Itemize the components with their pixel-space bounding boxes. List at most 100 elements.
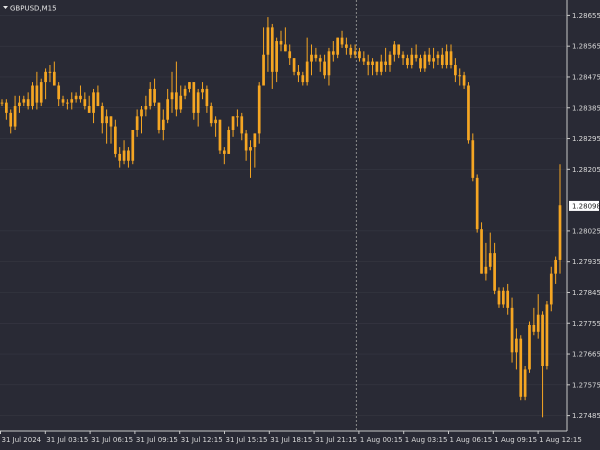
candle-body — [279, 41, 283, 45]
candle-body — [92, 92, 95, 113]
candle-body — [318, 58, 322, 62]
price-chart[interactable]: 1.28655 1.28565 1.28475 1.28385 1.28295 1.282… — [0, 0, 600, 450]
candle-body — [70, 99, 74, 103]
candle-body — [218, 119, 222, 151]
candle-body — [379, 61, 383, 72]
candle-body — [288, 51, 292, 59]
current-price-label: 1.28098 — [572, 202, 600, 210]
price-tick-label: 1.27755 — [572, 320, 600, 328]
time-tick-label: 31 Jul 21:15 — [315, 436, 357, 444]
candle-body — [214, 119, 217, 124]
candle-body — [523, 369, 527, 397]
candle-body — [349, 47, 353, 55]
candle-body — [240, 116, 244, 134]
candle-body — [257, 85, 261, 134]
candle-body — [532, 324, 536, 332]
candle-body — [275, 41, 278, 72]
candle-body — [484, 266, 488, 274]
candle-body — [371, 61, 374, 65]
chart-background — [0, 0, 600, 450]
candle-body — [231, 116, 235, 130]
time-tick-label: 1 Aug 03:15 — [405, 436, 448, 444]
candle-body — [31, 85, 34, 107]
candle-body — [262, 54, 265, 86]
candle-body — [340, 37, 344, 45]
candle-body — [528, 324, 531, 370]
price-tick-label: 1.28205 — [572, 166, 600, 174]
candle-body — [305, 61, 309, 83]
candle-body — [440, 54, 444, 65]
candle-body — [13, 106, 17, 127]
candle-body — [493, 253, 496, 291]
candle-body — [366, 61, 370, 65]
candle-body — [401, 54, 405, 59]
candle-body — [358, 51, 361, 59]
candle-body — [109, 116, 113, 127]
candle-body — [175, 92, 178, 110]
candle-body — [301, 75, 305, 83]
candle-body — [5, 102, 8, 113]
candle-body — [9, 112, 13, 127]
candle-body — [244, 133, 248, 151]
candle-body — [519, 338, 523, 397]
symbol-header: GBPUSD,M15 — [3, 5, 57, 13]
candle-body — [131, 129, 135, 161]
candle-body — [100, 106, 104, 124]
candle-body — [406, 58, 409, 65]
candle-body — [545, 304, 549, 367]
candle-body — [96, 92, 100, 107]
candle-body — [170, 92, 174, 100]
candle-body — [462, 75, 466, 86]
candle-body — [105, 116, 108, 124]
time-tick-label: 1 Aug 09:15 — [494, 436, 537, 444]
candle-body — [153, 88, 156, 103]
price-tick-label: 1.27665 — [572, 351, 600, 359]
candle-body — [515, 338, 518, 353]
price-tick-label: 1.27485 — [572, 412, 600, 420]
candle-body — [118, 153, 122, 161]
candle-body — [192, 82, 196, 113]
candle-body — [362, 58, 366, 62]
price-tick-label: 1.28655 — [572, 12, 600, 20]
candle-body — [449, 51, 453, 65]
candle-body — [161, 119, 165, 130]
candle-body — [454, 64, 457, 76]
time-tick-label: 31 Jul 09:15 — [136, 436, 178, 444]
candle-body — [266, 27, 270, 55]
time-tick-label: 1 Aug 06:15 — [450, 436, 493, 444]
candle-body — [292, 58, 296, 72]
candle-body — [188, 82, 191, 89]
candle-body — [144, 106, 148, 110]
candle-body — [87, 106, 91, 113]
price-tick-label: 1.27575 — [572, 381, 600, 389]
candle-body — [506, 290, 510, 308]
candle-body — [327, 51, 331, 76]
candle-body — [57, 85, 61, 100]
candle-body — [414, 54, 418, 59]
candle-body — [384, 61, 387, 65]
symbol-timeframe-label: GBPUSD,M15 — [10, 5, 57, 13]
candle-body — [166, 99, 170, 120]
candle-body — [18, 102, 21, 107]
candle-body — [284, 44, 287, 52]
price-tick-label: 1.28565 — [572, 43, 600, 51]
candle-body — [397, 44, 401, 55]
candle-body — [140, 109, 143, 117]
candle-body — [410, 54, 414, 65]
candle-body — [61, 99, 65, 103]
candle-body — [209, 106, 213, 124]
candle-body — [35, 85, 39, 103]
time-tick-label: 31 Jul 15:15 — [226, 436, 268, 444]
candle-body — [427, 54, 431, 62]
candle-body — [201, 88, 204, 93]
time-tick-label: 31 Jul 18:15 — [270, 436, 312, 444]
candle-body — [222, 150, 226, 154]
candle-body — [510, 307, 514, 353]
candle-body — [79, 95, 82, 100]
candle-body — [48, 71, 52, 73]
candle-body — [423, 54, 427, 69]
time-tick-label: 31 Jul 2024 — [2, 436, 42, 444]
candle-body — [179, 95, 183, 110]
candle-body — [432, 58, 435, 62]
candle-body — [22, 99, 26, 103]
